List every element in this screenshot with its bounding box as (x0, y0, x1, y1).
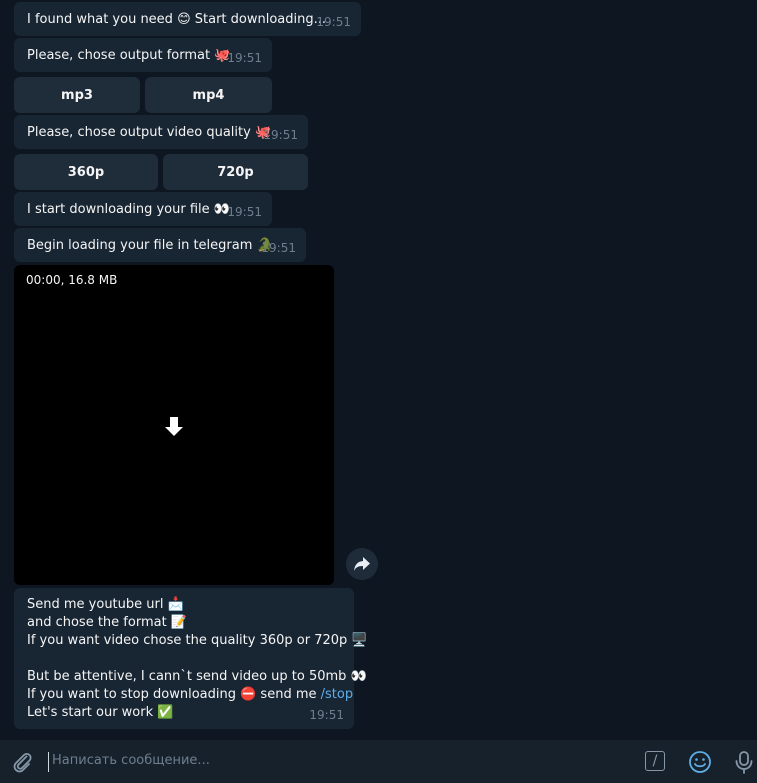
forward-icon (354, 557, 370, 571)
message-bubble: Please, chose output video quality 🐙 19:… (14, 115, 308, 149)
message-time: 19:51 (309, 708, 344, 722)
message-text: Please, chose output format 🐙 (27, 48, 231, 63)
message-text: I start downloading your file 👀 (27, 202, 230, 217)
message-input[interactable]: Написать сообщение... (52, 753, 210, 768)
bot-commands-button[interactable]: / (645, 751, 665, 771)
chat-area: I found what you need 😊 Start downloadin… (0, 0, 757, 740)
info-line: But be attentive, I cann`t send video up… (27, 669, 367, 684)
message-bubble: I start downloading your file 👀 19:51 (14, 192, 272, 226)
video-message[interactable]: 00:00, 16.8 MB (14, 265, 334, 585)
message-text: I found what you need 😊 Start downloadin… (27, 12, 326, 27)
message-text: Begin loading your file in telegram 🐊 (27, 238, 273, 253)
download-icon[interactable] (164, 415, 184, 439)
message-bubble: I found what you need 😊 Start downloadin… (14, 2, 361, 36)
video-meta: 00:00, 16.8 MB (26, 273, 118, 287)
message-text: Please, chose output video quality 🐙 (27, 125, 272, 140)
info-text: Send me youtube url 📩 and chose the form… (27, 596, 368, 722)
message-time: 19:51 (227, 205, 262, 219)
stop-command-link[interactable]: /stop (321, 687, 353, 702)
message-bubble: Please, chose output format 🐙 19:51 (14, 38, 272, 72)
mp3-button[interactable]: mp3 (14, 77, 140, 113)
forward-button[interactable] (346, 548, 378, 580)
720p-button[interactable]: 720p (163, 154, 308, 190)
info-line: and chose the format 📝 (27, 615, 187, 630)
message-composer: Написать сообщение... / (0, 740, 757, 783)
info-message: Send me youtube url 📩 and chose the form… (14, 588, 368, 729)
info-line: If you want video chose the quality 360p… (27, 633, 368, 648)
message-time: 19:51 (227, 51, 262, 65)
info-line: Let's start our work ✅ (27, 705, 174, 720)
slash-icon: / (652, 753, 658, 769)
microphone-icon[interactable] (733, 750, 755, 774)
message-bubble: Begin loading your file in telegram 🐊 19… (14, 228, 306, 262)
message-time: 19:51 (263, 128, 298, 142)
mp4-button[interactable]: mp4 (145, 77, 272, 113)
attach-icon[interactable] (10, 750, 34, 774)
text-cursor (48, 752, 49, 772)
message-time: 19:51 (261, 241, 296, 255)
message-time: 19:51 (316, 15, 351, 29)
360p-button[interactable]: 360p (14, 154, 158, 190)
info-line: If you want to stop downloading ⛔ send m… (27, 687, 321, 702)
emoji-icon[interactable] (688, 750, 712, 774)
info-line: Send me youtube url 📩 (27, 597, 184, 612)
